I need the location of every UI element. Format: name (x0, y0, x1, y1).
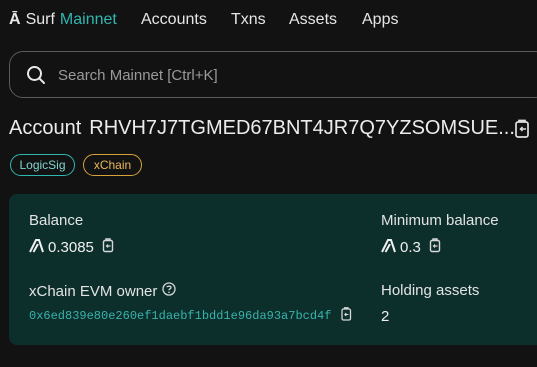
badge-logicsig: LogicSig (10, 154, 75, 176)
page-title: Account RHVH7J7TGMED67BNT4JR7Q7YZSOMSUE..… (9, 117, 515, 140)
evm-owner-label-row: xChain EVM owner (29, 282, 177, 300)
nav-link-txns[interactable]: Txns (231, 11, 266, 29)
top-nav: Ā Surf Mainnet Accounts Txns Assets Apps (0, 0, 537, 42)
copy-address-icon[interactable] (514, 119, 532, 144)
evm-owner-label: xChain EVM owner (29, 282, 158, 300)
min-balance-value-row: 0.3 (381, 238, 442, 257)
nav-link-apps[interactable]: Apps (362, 11, 398, 29)
account-label: Account (9, 117, 82, 139)
brand-name: Surf (25, 11, 55, 28)
min-balance-label: Minimum balance (381, 212, 499, 229)
search-icon (26, 65, 46, 90)
copy-min-balance-icon[interactable] (429, 238, 442, 257)
copy-evm-address-icon[interactable] (341, 307, 352, 325)
algo-icon (381, 238, 396, 257)
search-bar[interactable] (9, 51, 537, 98)
badge-xchain: xChain (83, 154, 142, 176)
evm-owner-address-link[interactable]: 0x6ed839e80e260ef1daebf1bdd1e96da93a7bcd… (29, 309, 331, 323)
algo-icon (29, 238, 44, 257)
evm-owner-address-row: 0x6ed839e80e260ef1daebf1bdd1e96da93a7bcd… (29, 307, 352, 325)
holding-assets-label: Holding assets (381, 282, 480, 299)
balance-value: 0.3085 (48, 239, 94, 256)
algorand-logo-icon: Ā (9, 11, 21, 28)
nav-link-assets[interactable]: Assets (289, 11, 337, 29)
copy-balance-icon[interactable] (102, 238, 115, 257)
brand-logo[interactable]: Ā Surf Mainnet (9, 11, 117, 29)
balance-label: Balance (29, 212, 84, 229)
network-name: Mainnet (59, 11, 117, 28)
account-address: RHVH7J7TGMED67BNT4JR7Q7YZSOMSUE... (89, 117, 515, 139)
help-icon[interactable] (162, 282, 177, 300)
nav-link-accounts[interactable]: Accounts (141, 11, 207, 29)
search-input[interactable] (58, 62, 518, 88)
min-balance-value: 0.3 (400, 239, 421, 256)
holding-assets-value: 2 (381, 308, 390, 325)
balance-value-row: 0.3085 (29, 238, 115, 257)
